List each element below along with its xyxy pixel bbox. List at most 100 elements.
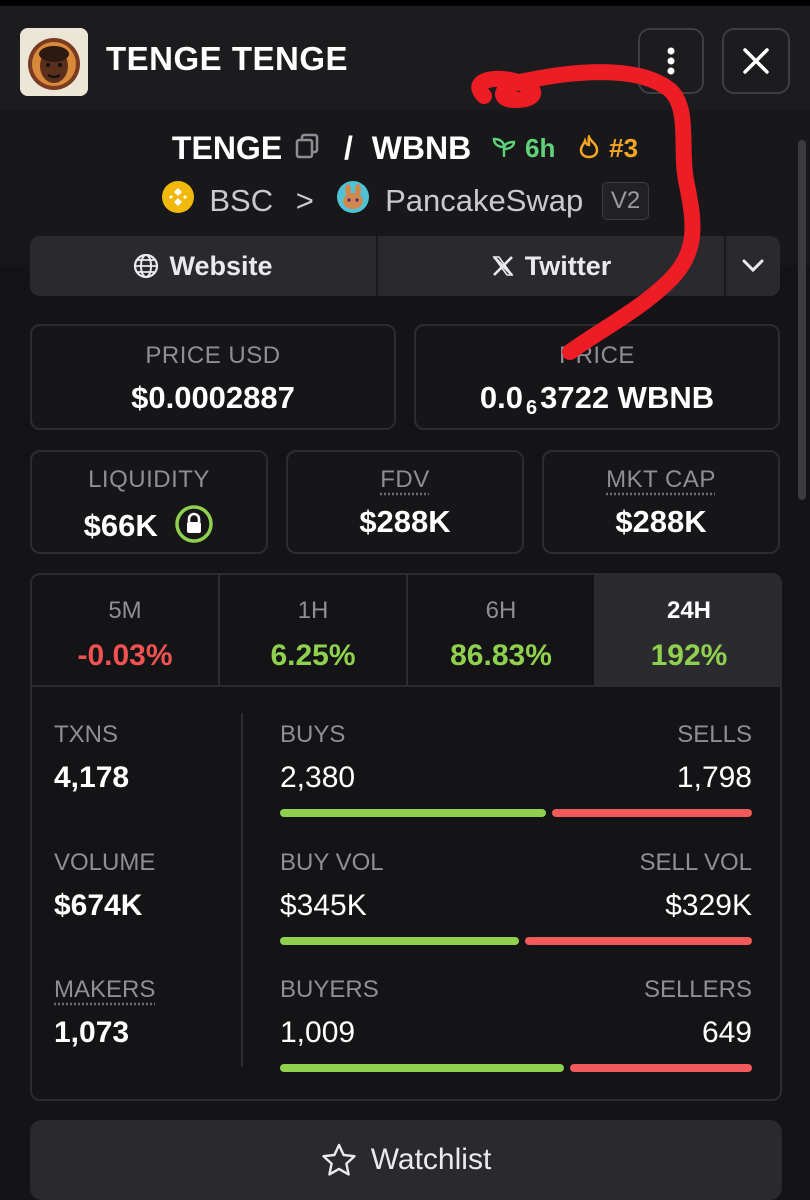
volume-stat: VOLUME $674K xyxy=(54,849,155,923)
sell-vol-bar xyxy=(525,937,752,945)
timeframe-tabs: 5M -0.03% 1H 6.25% 6H 86.83% 24H 192% xyxy=(32,575,780,687)
dex-name-link[interactable]: PancakeSwap xyxy=(385,183,583,218)
watchlist-button[interactable]: Watchlist xyxy=(30,1120,782,1200)
tab-1h[interactable]: 1H 6.25% xyxy=(220,575,406,685)
pancakeswap-icon xyxy=(336,181,379,221)
fdv-card: FDV $288K xyxy=(286,450,524,554)
buy-vol-bar xyxy=(280,937,519,945)
txns-label: TXNS xyxy=(54,721,119,748)
watchlist-label: Watchlist xyxy=(370,1143,492,1176)
stats-panel: 5M -0.03% 1H 6.25% 6H 86.83% 24H 192% TX… xyxy=(30,573,782,1101)
top-bar: TENGE TENGE xyxy=(0,0,810,110)
fdv-label[interactable]: FDV xyxy=(288,466,522,494)
pair-panel: TENGE / WBNB 6h #3 BSC > PancakeSwap V2 … xyxy=(0,110,810,1200)
copy-icon[interactable] xyxy=(295,130,319,167)
liquidity-card: LIQUIDITY $66K xyxy=(30,450,268,554)
buy-vol-value: $345K xyxy=(280,889,367,922)
tab-24h-label: 24H xyxy=(666,597,712,624)
pair-title-row: TENGE / WBNB 6h #3 xyxy=(0,128,810,167)
tab-5m-label: 5M xyxy=(108,597,142,624)
trending-rank: #3 xyxy=(609,133,639,164)
fdv-value: $288K xyxy=(359,504,451,539)
price-native-label: PRICE xyxy=(559,342,635,369)
price-native-digits: 3722 WBNB xyxy=(540,380,715,415)
website-button[interactable]: Website xyxy=(30,236,376,296)
price-usd-label: PRICE USD xyxy=(145,342,281,369)
liquidity-value-row: $66K xyxy=(32,504,266,552)
price-native-prefix: 0.0 xyxy=(479,380,523,415)
sellers-value: 649 xyxy=(701,1016,752,1049)
buyers-value: 1,009 xyxy=(280,1016,356,1049)
close-icon xyxy=(743,48,769,74)
buyers-sellers-bar xyxy=(280,1064,752,1072)
tab-5m[interactable]: 5M -0.03% xyxy=(32,575,218,685)
quote-token-symbol: WBNB xyxy=(371,130,472,167)
tab-6h[interactable]: 6H 86.83% xyxy=(408,575,594,685)
tab-6h-change: 86.83% xyxy=(450,639,552,672)
stats-divider xyxy=(241,713,243,1067)
bsc-icon xyxy=(161,181,204,221)
globe-icon xyxy=(134,253,159,279)
market-cap-value: $288K xyxy=(615,504,707,539)
lock-icon[interactable] xyxy=(174,504,214,552)
volume-label: VOLUME xyxy=(54,849,156,876)
scrollbar-thumb[interactable] xyxy=(798,140,806,500)
buy-vol-label: BUY VOL xyxy=(280,849,384,876)
twitter-button[interactable]: Twitter xyxy=(378,236,724,296)
close-button[interactable] xyxy=(722,28,790,94)
txns-stat: TXNS 4,178 xyxy=(54,721,129,795)
makers-label[interactable]: MAKERS xyxy=(54,976,155,1004)
tab-24h[interactable]: 24H 192% xyxy=(596,575,780,685)
market-cap-card: MKT CAP $288K xyxy=(542,450,780,554)
buy-sell-volume-group: BUY VOL SELL VOL $345K $329K xyxy=(280,849,752,945)
price-native-zero-count: 6 xyxy=(525,397,538,419)
sell-vol-value: $329K xyxy=(665,889,752,922)
buys-bar xyxy=(280,809,546,817)
price-native-value: 0.0 63722 WBNB xyxy=(416,380,778,420)
flame-icon xyxy=(578,130,609,166)
price-usd-card: PRICE USD $0.0002887 xyxy=(30,324,396,430)
x-logo-icon xyxy=(492,256,514,276)
buys-label: BUYS xyxy=(280,721,346,748)
chain-row: BSC > PancakeSwap V2 xyxy=(0,180,810,222)
buys-sells-group: BUYS SELLS 2,380 1,798 xyxy=(280,721,752,817)
buy-sell-volume-bar xyxy=(280,937,752,945)
base-token-symbol: TENGE xyxy=(171,130,283,167)
volume-value: $674K xyxy=(54,889,143,922)
token-title: TENGE TENGE xyxy=(106,40,349,77)
sellers-label: SELLERS xyxy=(643,976,752,1003)
chevron-right-icon: > xyxy=(295,183,314,218)
buys-sells-bar xyxy=(280,809,752,817)
twitter-label: Twitter xyxy=(524,250,612,281)
tab-1h-change: 6.25% xyxy=(270,639,356,672)
pair-separator: / xyxy=(343,130,353,167)
buyers-sellers-group: BUYERS SELLERS 1,009 649 xyxy=(280,976,752,1072)
tab-5m-change: -0.03% xyxy=(77,639,173,672)
price-usd-value: $0.0002887 xyxy=(131,380,295,415)
more-links-button[interactable] xyxy=(726,236,780,296)
token-avatar-icon xyxy=(20,28,88,96)
seedling-icon xyxy=(492,130,525,166)
dex-version-badge: V2 xyxy=(601,182,650,220)
chevron-down-icon xyxy=(742,259,764,273)
sells-value: 1,798 xyxy=(676,761,752,794)
liquidity-label: LIQUIDITY xyxy=(88,466,210,493)
buyers-bar xyxy=(280,1064,564,1072)
makers-stat: MAKERS 1,073 xyxy=(54,976,155,1050)
pair-age: 6h xyxy=(525,133,556,164)
buyers-label: BUYERS xyxy=(280,976,379,1003)
chain-name-link[interactable]: BSC xyxy=(209,183,273,218)
txns-value: 4,178 xyxy=(54,761,130,794)
sell-vol-label: SELL VOL xyxy=(639,849,752,876)
market-cap-label[interactable]: MKT CAP xyxy=(544,466,778,494)
sellers-bar xyxy=(570,1064,752,1072)
sells-bar xyxy=(552,809,752,817)
liquidity-value: $66K xyxy=(83,508,158,544)
tab-6h-label: 6H xyxy=(485,597,517,624)
more-menu-button[interactable] xyxy=(638,28,704,94)
website-label: Website xyxy=(169,250,273,281)
price-native-card: PRICE 0.0 63722 WBNB xyxy=(414,324,780,430)
more-vertical-icon xyxy=(667,47,675,75)
makers-value: 1,073 xyxy=(54,1016,130,1049)
star-outline-icon xyxy=(322,1143,356,1176)
